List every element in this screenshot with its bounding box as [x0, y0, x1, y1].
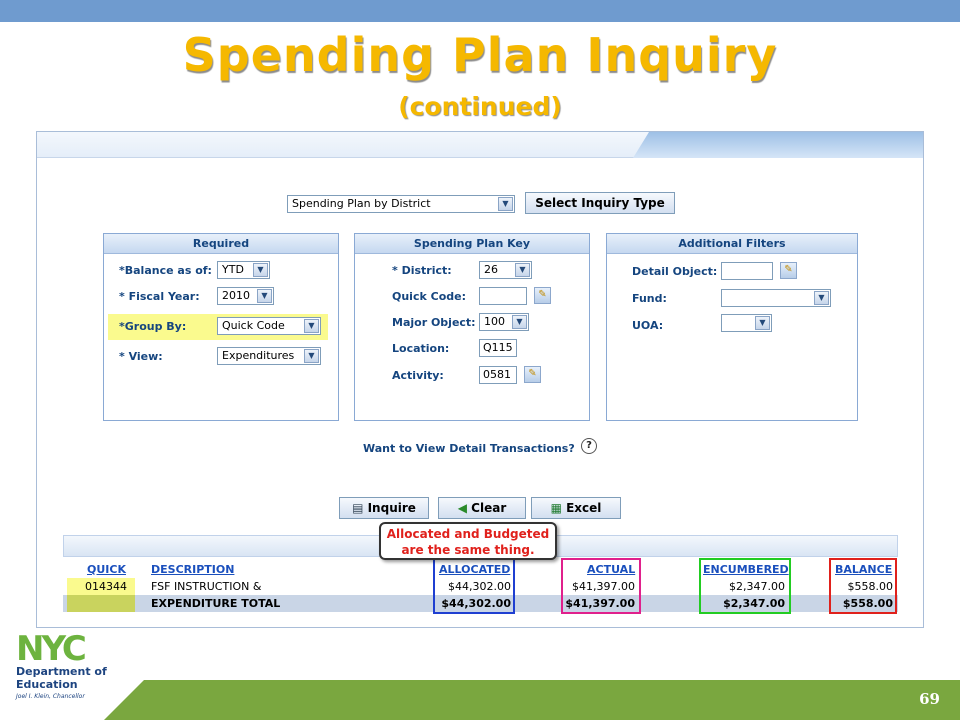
callout-line2: are the same thing. — [401, 543, 535, 557]
total-quick — [67, 595, 135, 612]
select-inquiry-type-button[interactable]: Select Inquiry Type — [525, 192, 675, 214]
info-icon[interactable]: ? — [581, 438, 597, 454]
activity-lookup-icon[interactable]: ✎ — [524, 366, 541, 383]
encumbered-highlight-frame — [699, 558, 791, 614]
chevron-down-icon: ▼ — [304, 319, 319, 333]
required-panel-title: Required — [104, 234, 338, 254]
excel-label: Excel — [566, 501, 602, 515]
activity-input[interactable]: 0581 — [479, 366, 517, 384]
major-object-value: 100 — [484, 315, 505, 328]
excel-button[interactable]: ▦ Excel — [531, 497, 621, 519]
nyc-logo-text: NYC — [16, 629, 87, 669]
detail-object-label: Detail Object: — [632, 265, 718, 278]
district-select[interactable]: 26 ▼ — [479, 261, 532, 279]
balance-as-of-select[interactable]: YTD ▼ — [217, 261, 270, 279]
fiscal-year-label: * Fiscal Year: — [119, 290, 200, 303]
footer-band — [104, 680, 960, 720]
uoa-select[interactable]: ▼ — [721, 314, 772, 332]
balance-highlight-frame — [829, 558, 897, 614]
location-input[interactable]: Q115 — [479, 339, 517, 357]
total-description: EXPENDITURE TOTAL — [151, 597, 281, 610]
chevron-down-icon: ▼ — [253, 263, 268, 277]
header-tab — [633, 132, 923, 158]
detail-object-lookup-icon[interactable]: ✎ — [780, 262, 797, 279]
district-label: * District: — [392, 264, 452, 277]
major-object-select[interactable]: 100 ▼ — [479, 313, 529, 331]
balance-as-of-value: YTD — [222, 263, 244, 276]
view-value: Expenditures — [222, 349, 295, 362]
quick-code-label: Quick Code: — [392, 290, 466, 303]
row-quick: 014344 — [67, 578, 135, 595]
activity-label: Activity: — [392, 369, 444, 382]
district-value: 26 — [484, 263, 498, 276]
uoa-label: UOA: — [632, 319, 664, 332]
chevron-down-icon: ▼ — [512, 315, 527, 329]
row-description: FSF INSTRUCTION & — [151, 580, 262, 593]
logo-line2: Education — [16, 678, 78, 691]
inquire-label: Inquire — [367, 501, 416, 515]
view-select[interactable]: Expenditures ▼ — [217, 347, 321, 365]
spending-plan-key-title: Spending Plan Key — [355, 234, 589, 254]
fund-select[interactable]: ▼ — [721, 289, 831, 307]
logo-chancellor: Joel I. Klein, Chancellor — [16, 693, 85, 700]
location-label: Location: — [392, 342, 450, 355]
col-description[interactable]: DESCRIPTION — [151, 561, 234, 578]
group-by-value: Quick Code — [222, 319, 285, 332]
major-object-label: Major Object: — [392, 316, 476, 329]
group-by-label: *Group By: — [119, 320, 187, 333]
clear-button[interactable]: ◀ Clear — [438, 497, 526, 519]
allocated-callout: Allocated and Budgeted are the same thin… — [379, 522, 557, 560]
allocated-highlight-frame — [433, 558, 515, 614]
arrow-left-icon: ◀ — [457, 501, 472, 515]
chevron-down-icon: ▼ — [755, 316, 770, 330]
document-icon: ▤ — [352, 501, 368, 515]
balance-as-of-label: *Balance as of: — [119, 264, 212, 277]
detail-transactions-question[interactable]: Want to View Detail Transactions? — [363, 442, 575, 455]
fiscal-year-select[interactable]: 2010 ▼ — [217, 287, 274, 305]
chevron-down-icon: ▼ — [814, 291, 829, 305]
inquire-button[interactable]: ▤ Inquire — [339, 497, 429, 519]
app-header — [37, 132, 923, 158]
chevron-down-icon: ▼ — [257, 289, 272, 303]
col-quick[interactable]: QUICK — [87, 561, 126, 578]
quick-code-input[interactable] — [479, 287, 527, 305]
logo-line1: Department of — [16, 665, 107, 678]
slide-subtitle: (continued) — [398, 92, 562, 121]
inquiry-type-select[interactable]: Spending Plan by District ▼ — [287, 195, 515, 213]
fiscal-year-value: 2010 — [222, 289, 250, 302]
view-label: * View: — [119, 350, 163, 363]
inquiry-type-value: Spending Plan by District — [292, 197, 431, 210]
quick-code-lookup-icon[interactable]: ✎ — [534, 287, 551, 304]
top-banner — [0, 0, 960, 22]
app-screenshot: Spending Plan by District ▼ Select Inqui… — [36, 131, 924, 628]
actual-highlight-frame — [561, 558, 641, 614]
detail-object-input[interactable] — [721, 262, 773, 280]
group-by-select[interactable]: Quick Code ▼ — [217, 317, 321, 335]
additional-filters-title: Additional Filters — [607, 234, 857, 254]
chevron-down-icon: ▼ — [498, 197, 513, 211]
excel-icon: ▦ — [550, 501, 567, 515]
fund-label: Fund: — [632, 292, 667, 305]
chevron-down-icon: ▼ — [304, 349, 319, 363]
clear-label: Clear — [471, 501, 507, 515]
page-number: 69 — [919, 690, 940, 708]
slide-title: Spending Plan Inquiry — [182, 28, 778, 82]
callout-line1: Allocated and Budgeted — [386, 527, 550, 541]
chevron-down-icon: ▼ — [515, 263, 530, 277]
doe-logo: NYC Department of Education Joel I. Klei… — [16, 632, 116, 714]
